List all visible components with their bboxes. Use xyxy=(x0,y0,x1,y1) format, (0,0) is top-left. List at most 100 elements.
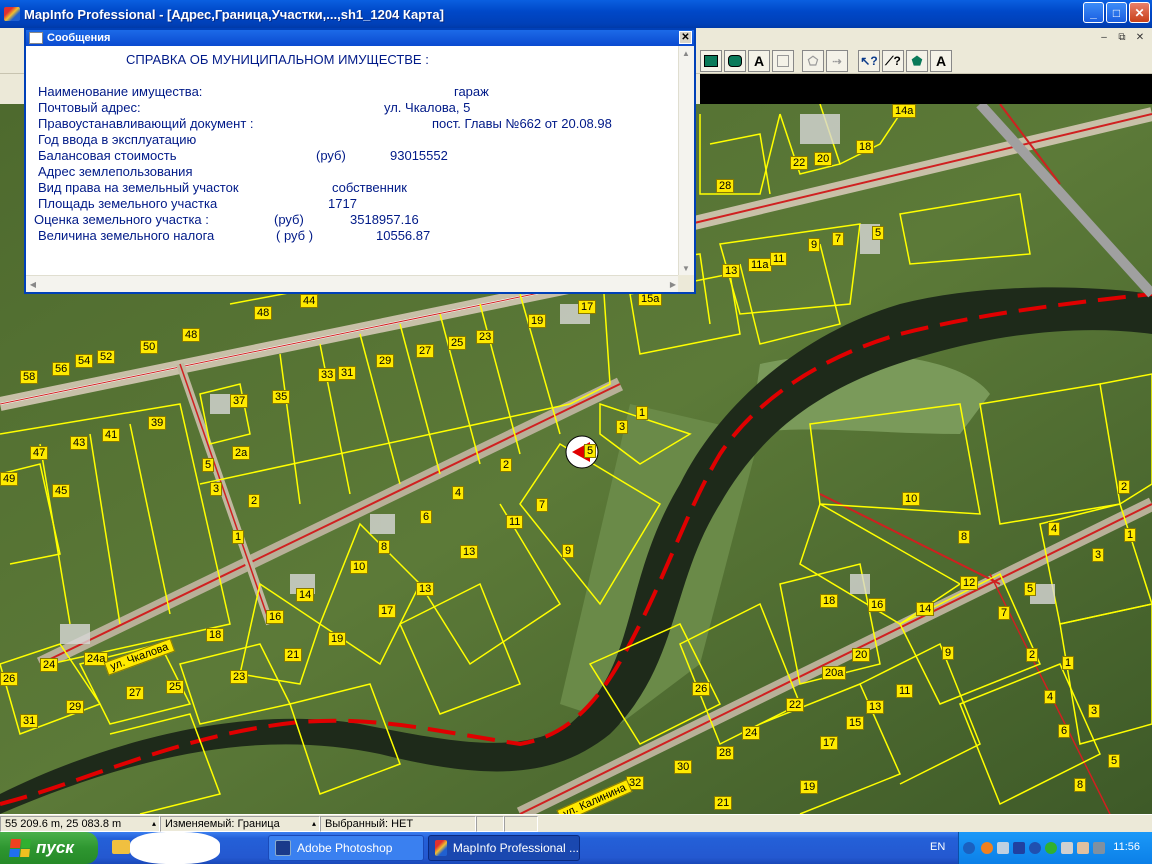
parcel-label: 11 xyxy=(896,684,914,698)
parcel-label: 9 xyxy=(808,238,821,252)
text-tool-icon[interactable]: A xyxy=(748,50,770,72)
messages-title-bar[interactable]: Сообщения ✕ xyxy=(26,30,694,46)
parcel-label: 28 xyxy=(716,746,735,760)
label-polygon-tool-icon[interactable]: ⬟ xyxy=(906,50,928,72)
row-value: гараж xyxy=(454,84,489,99)
title-bar: MapInfo Professional - [Адрес,Граница,Уч… xyxy=(0,0,1152,28)
vertical-scrollbar[interactable]: ▲ ▼ xyxy=(678,46,694,275)
language-indicator[interactable]: EN xyxy=(930,841,945,853)
tray-bluetooth-icon[interactable] xyxy=(1029,842,1041,854)
parcel-label: 1 xyxy=(636,406,649,420)
parcel-label: 52 xyxy=(97,350,116,364)
row-label: Вид права на земельный участок xyxy=(38,180,239,195)
tray-alert-icon[interactable] xyxy=(981,842,993,854)
parcel-label: 21 xyxy=(714,796,733,810)
parcel-label: 7 xyxy=(536,498,549,512)
scroll-left-icon[interactable]: ◀ xyxy=(26,277,40,291)
info-tool-icon[interactable]: ↖? xyxy=(858,50,880,72)
horizontal-scrollbar[interactable]: ◀ ▶ xyxy=(26,275,680,292)
parcel-label: 5 xyxy=(1108,754,1121,768)
parcel-label: 31 xyxy=(338,366,357,380)
messages-title: Сообщения xyxy=(47,32,111,44)
parcel-label: 30 xyxy=(674,760,693,774)
messages-window[interactable]: Сообщения ✕ СПРАВКА ОБ МУНИЦИПАЛЬНОМ ИМУ… xyxy=(24,28,696,294)
parcel-label: 13 xyxy=(722,264,741,278)
mdi-restore-button[interactable]: ⧉ xyxy=(1114,30,1130,44)
tray-app-icon[interactable] xyxy=(1013,842,1025,854)
status-coordinates[interactable]: 55 209.6 m, 25 083.8 m ▴ xyxy=(0,816,160,832)
parcel-label: 35 xyxy=(272,390,291,404)
parcel-label: 48 xyxy=(254,306,273,320)
parcel-label: 27 xyxy=(126,686,145,700)
mdi-close-button[interactable]: ✕ xyxy=(1132,30,1148,44)
clock[interactable]: 11:56 xyxy=(1113,841,1140,853)
scroll-up-icon[interactable]: ▲ xyxy=(679,46,693,60)
parcel-label: 31 xyxy=(20,714,39,728)
parcel-label: 49 xyxy=(0,472,19,486)
task-label: Adobe Photoshop xyxy=(297,841,393,855)
parcel-label: 2 xyxy=(500,458,513,472)
parcel-label: 9 xyxy=(562,544,575,558)
row-unit: (руб) xyxy=(316,148,346,163)
parcel-label: 17 xyxy=(578,300,597,314)
taskbar-item-mapinfo[interactable]: MapInfo Professional ... xyxy=(428,835,580,861)
rounded-rect-tool-icon[interactable] xyxy=(724,50,746,72)
status-selected: Выбранный: НЕТ xyxy=(320,816,476,832)
parcel-label: 29 xyxy=(66,700,85,714)
parcel-label: 43 xyxy=(70,436,89,450)
folder-icon[interactable] xyxy=(112,840,130,854)
add-node-tool-icon[interactable]: ⇢ xyxy=(826,50,848,72)
parcel-label: 6 xyxy=(420,510,433,524)
parcel-label: 14а xyxy=(892,104,917,118)
messages-close-button[interactable]: ✕ xyxy=(679,31,692,44)
parcel-label: 18 xyxy=(820,594,839,608)
taskbar: пуск Adobe Photoshop MapInfo Professiona… xyxy=(0,832,1152,864)
parcel-label: 11а xyxy=(748,258,772,272)
messages-window-icon xyxy=(29,32,43,44)
parcel-label: 11 xyxy=(770,252,788,266)
scrollbar-corner xyxy=(678,275,694,292)
parcel-label: 27 xyxy=(416,344,435,358)
mdi-minimize-button[interactable]: – xyxy=(1096,30,1112,44)
maximize-button[interactable]: □ xyxy=(1106,2,1127,23)
status-editable-layer[interactable]: Изменяемый: Граница ▴ xyxy=(160,816,320,832)
parcel-label: 2 xyxy=(1118,480,1131,494)
parcel-label: 7 xyxy=(832,232,845,246)
parcel-label: 19 xyxy=(528,314,547,328)
parcel-label: 2 xyxy=(1026,648,1039,662)
parcel-label: 14 xyxy=(296,588,315,602)
parcel-label: 3 xyxy=(616,420,629,434)
parcel-label: 3 xyxy=(210,482,223,496)
reshape-tool-icon[interactable]: ⬠ xyxy=(802,50,824,72)
tray-device-icon[interactable] xyxy=(1093,842,1105,854)
parcel-label: 23 xyxy=(476,330,495,344)
tray-network-icon[interactable] xyxy=(997,842,1009,854)
rectangle-tool-icon[interactable] xyxy=(700,50,722,72)
row-label: Балансовая стоимость xyxy=(38,148,177,163)
taskbar-item-photoshop[interactable]: Adobe Photoshop xyxy=(268,835,424,861)
tray-green-icon[interactable] xyxy=(1045,842,1057,854)
tray-expand-icon[interactable] xyxy=(963,842,975,854)
scroll-down-icon[interactable]: ▼ xyxy=(679,261,693,275)
parcel-label: 4 xyxy=(1044,690,1057,704)
parcel-label: 24 xyxy=(40,658,59,672)
minimize-button[interactable]: _ xyxy=(1083,2,1104,23)
parcel-label: 25 xyxy=(166,680,185,694)
parcel-label: 5 xyxy=(584,444,597,458)
tray-volume-icon[interactable] xyxy=(1077,842,1089,854)
parcel-label: 17 xyxy=(820,736,839,750)
mapinfo-app-icon[interactable] xyxy=(4,7,20,21)
redacted-area xyxy=(130,832,220,864)
parcel-label: 16 xyxy=(868,598,887,612)
parcel-label: 37 xyxy=(230,394,249,408)
row-value: 10556.87 xyxy=(376,228,431,243)
parcel-label: 11 xyxy=(506,515,524,529)
frame-tool-icon[interactable] xyxy=(772,50,794,72)
close-button[interactable]: ✕ xyxy=(1129,2,1150,23)
label-tool-icon[interactable]: A xyxy=(930,50,952,72)
parcel-label: 15а xyxy=(638,292,663,306)
row-unit: ( руб ) xyxy=(276,228,314,243)
tray-usb-icon[interactable] xyxy=(1061,842,1073,854)
ruler-tool-icon[interactable]: ⟋? xyxy=(882,50,904,72)
start-button[interactable]: пуск xyxy=(0,832,98,864)
